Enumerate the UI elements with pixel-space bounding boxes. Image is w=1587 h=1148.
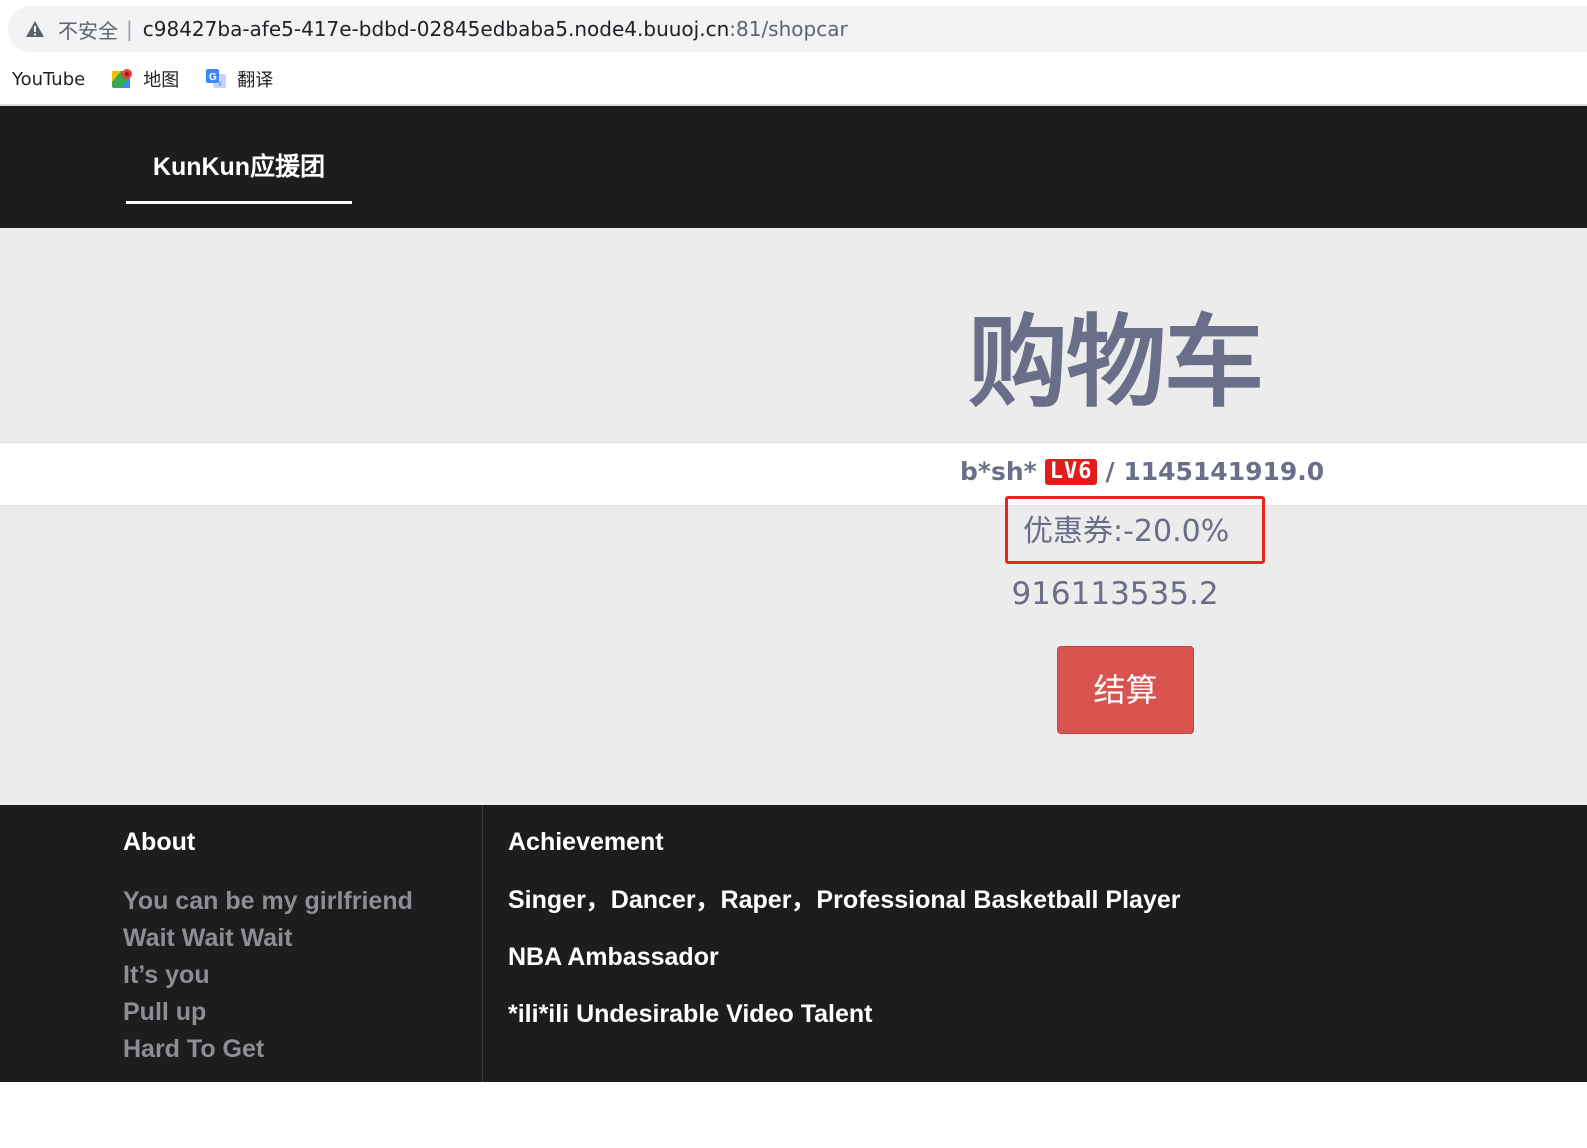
cart-section: 购物车 b*sh* LV6 / 1145141919.0 优惠券:-20.0% … — [0, 228, 1587, 805]
user-info: b*sh* LV6 / 1145141919.0 — [960, 457, 1324, 486]
achievement-heading: Achievement — [508, 828, 664, 856]
address-separator: | — [126, 17, 133, 41]
total-price: 916113535.2 — [1011, 576, 1219, 612]
bookmarks-bar: YouTube 地图 G x 翻译 — [0, 58, 299, 100]
insecure-label: 不安全 — [58, 18, 118, 43]
about-link[interactable]: You can be my girlfriend — [123, 883, 413, 920]
footer-divider — [482, 805, 483, 1082]
achievement-item: *ili*ili Undesirable Video Talent — [508, 1000, 873, 1028]
translate-icon: G x — [205, 68, 227, 90]
svg-text:x: x — [218, 79, 222, 88]
brand-link[interactable]: KunKun应援团 — [126, 144, 352, 204]
checkout-button[interactable]: 结算 — [1057, 646, 1194, 734]
bookmark-label: 翻译 — [237, 70, 274, 91]
warning-icon[interactable] — [24, 18, 46, 40]
bookmark-label: YouTube — [12, 68, 86, 90]
bookmark-maps[interactable]: 地图 — [111, 66, 179, 92]
url-path: :81/shopcar — [729, 17, 848, 41]
bookmark-youtube[interactable]: YouTube — [12, 69, 85, 90]
footer-about: About You can be my girlfriend Wait Wait… — [123, 825, 413, 1068]
about-link[interactable]: It’s you — [123, 957, 413, 994]
maps-icon — [111, 68, 133, 90]
balance: / 1145141919.0 — [1105, 457, 1325, 486]
url-host: c98427ba-afe5-417e-bdbd-02845edbaba5.nod… — [142, 17, 730, 41]
username: b*sh* — [960, 457, 1037, 486]
page-title: 购物车 — [968, 304, 1264, 421]
about-link[interactable]: Wait Wait Wait — [123, 920, 413, 957]
achievement-item: Singer，Dancer，Raper，Professional Basketb… — [508, 886, 1181, 914]
footer-achievement: Achievement Singer，Dancer，Raper，Professi… — [508, 825, 1181, 1054]
user-info-strip: b*sh* LV6 / 1145141919.0 — [0, 442, 1587, 506]
address-bar[interactable]: 不安全 | c98427ba-afe5-417e-bdbd-02845edbab… — [8, 6, 1587, 52]
site-navbar: KunKun应援团 — [0, 106, 1587, 228]
bookmark-label: 地图 — [143, 70, 180, 91]
achievement-item: NBA Ambassador — [508, 943, 719, 971]
bookmark-translate[interactable]: G x 翻译 — [205, 66, 273, 92]
about-link[interactable]: Hard To Get — [123, 1031, 413, 1068]
level-badge: LV6 — [1044, 458, 1098, 485]
about-link[interactable]: Pull up — [123, 994, 413, 1031]
about-heading: About — [123, 828, 196, 856]
site-footer: About You can be my girlfriend Wait Wait… — [0, 805, 1587, 1082]
svg-text:G: G — [209, 72, 217, 83]
coupon-text: 优惠券:-20.0% — [1023, 514, 1230, 549]
